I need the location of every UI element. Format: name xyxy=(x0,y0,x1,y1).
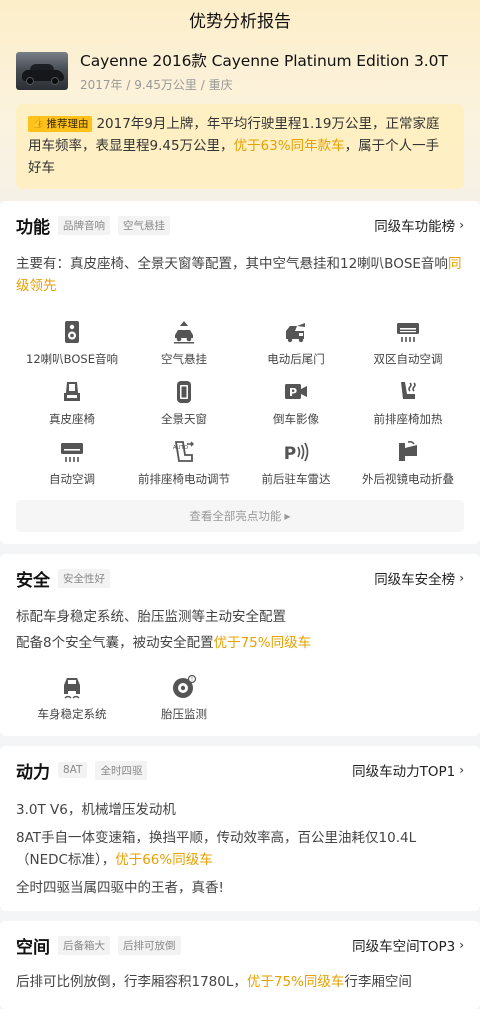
header-section: 优势分析报告 Cayenne 2016款 Cayenne Platinum Ed… xyxy=(0,0,480,201)
auto-ac-icon xyxy=(61,443,83,462)
safety-title: 安全 xyxy=(16,570,50,591)
recommend-tag: 👍 推荐理由 xyxy=(28,116,93,132)
reason-highlight: 优于63%同年款车 xyxy=(233,138,345,154)
space-chip: 后备箱大 xyxy=(58,935,110,955)
thumbs-up-icon: 👍 xyxy=(32,118,45,129)
space-line: 后排可比例放倒，行李厢容积1780L，优于75%同级车行李厢空间 xyxy=(16,974,412,990)
feature-item[interactable]: 双区自动空调 xyxy=(352,319,464,367)
safety-line-2: 配备8个安全气囊，被动安全配置优于75%同级车 xyxy=(16,635,312,651)
svg-text:P: P xyxy=(284,444,296,464)
play-triangle-icon: ▶ xyxy=(284,512,291,521)
power-card: 动力 8AT 全时四驱 同级车动力TOP1 › 3.0T V6，机械增压发动机 8… xyxy=(0,746,480,911)
car-meta: 2017年 / 9.45万公里 / 重庆 xyxy=(80,78,233,92)
view-all-features-button[interactable]: 查看全部亮点功能 ▶ xyxy=(16,500,464,532)
safety-line-1: 标配车身稳定系统、胎压监测等主动安全配置 xyxy=(16,609,286,625)
function-card: 功能 品牌音响 空气悬挂 同级车功能榜 › 主要有：真皮座椅、全景天窗等配置，其中… xyxy=(0,201,480,544)
feature-item[interactable]: 12喇叭BOSE音响 xyxy=(16,319,128,367)
power-line-2: 8AT手自一体变速箱，换挡平顺，传动效率高，百公里油耗仅10.4L（NEDC标准… xyxy=(16,830,417,868)
space-title: 空间 xyxy=(16,937,50,958)
space-chip: 后排可放倒 xyxy=(118,935,181,955)
safety-chip: 安全性好 xyxy=(58,568,110,588)
recommend-reason: 👍 推荐理由 2017年9月上牌，年平均行驶里程1.19万公里，正常家庭用车频率，表… xyxy=(16,104,464,189)
feature-item[interactable]: AUTO 前排座椅电动调节 xyxy=(128,439,240,487)
mirror-fold-icon xyxy=(399,441,417,461)
svg-text:!: ! xyxy=(191,677,193,683)
stability-control-icon xyxy=(64,678,80,699)
car-name: Cayenne 2016款 Cayenne Platinum Edition 3… xyxy=(80,52,448,70)
leather-seat-icon xyxy=(64,382,80,401)
parking-radar-icon: P xyxy=(284,442,309,464)
svg-text:AUTO: AUTO xyxy=(173,445,189,451)
panoramic-sunroof-icon xyxy=(177,381,191,403)
function-rank-link[interactable]: 同级车功能榜 › xyxy=(374,215,464,235)
air-suspension-icon xyxy=(174,321,194,344)
safety-feature-grid: 车身稳定系统 ! 胎压监测 xyxy=(16,674,464,736)
feature-item[interactable]: P 前后驻车雷达 xyxy=(240,439,352,487)
chevron-right-icon: › xyxy=(459,571,464,585)
power-chip: 全时四驱 xyxy=(95,760,148,780)
feature-item[interactable]: 前排座椅加热 xyxy=(352,379,464,427)
power-rank-link[interactable]: 同级车动力TOP1 › xyxy=(352,760,464,780)
safety-card: 安全 安全性好 同级车安全榜 › 标配车身稳定系统、胎压监测等主动安全配置 配备8… xyxy=(0,554,480,736)
chevron-right-icon: › xyxy=(459,218,464,232)
power-chip: 8AT xyxy=(58,762,88,778)
power-tailgate-icon xyxy=(286,323,305,343)
feature-item[interactable]: ! 胎压监测 xyxy=(128,674,240,722)
feature-item[interactable]: 空气悬挂 xyxy=(128,319,240,367)
dual-zone-ac-icon xyxy=(397,323,419,342)
space-rank-link[interactable]: 同级车空间TOP3 › xyxy=(352,935,464,955)
power-line-3: 全时四驱当属四驱中的王者，真香! xyxy=(16,880,224,896)
seat-heating-icon xyxy=(401,382,416,399)
tire-pressure-icon: ! xyxy=(173,674,197,698)
safety-rank-link[interactable]: 同级车安全榜 › xyxy=(374,568,464,588)
feature-item[interactable]: 车身稳定系统 xyxy=(16,674,128,722)
car-summary[interactable]: Cayenne 2016款 Cayenne Platinum Edition 3… xyxy=(0,44,480,92)
function-chip: 空气悬挂 xyxy=(118,215,170,235)
report-page: 优势分析报告 Cayenne 2016款 Cayenne Platinum Ed… xyxy=(0,0,480,1009)
page-title: 优势分析报告 xyxy=(189,12,291,32)
feature-item[interactable]: 外后视镜电动折叠 xyxy=(352,439,464,487)
speaker-icon xyxy=(65,321,79,343)
power-title: 动力 xyxy=(16,762,50,783)
chevron-right-icon: › xyxy=(459,938,464,952)
function-description: 主要有：真皮座椅、全景天窗等配置，其中空气悬挂和12喇叭BOSE音响同级领先 xyxy=(16,256,462,294)
space-card: 空间 后备箱大 后排可放倒 同级车空间TOP3 › 后排可比例放倒，行李厢容积17… xyxy=(0,921,480,1009)
car-thumbnail xyxy=(16,52,68,90)
chevron-right-icon: › xyxy=(459,763,464,777)
power-line-1: 3.0T V6，机械增压发动机 xyxy=(16,802,176,818)
feature-item[interactable]: 真皮座椅 xyxy=(16,379,128,427)
function-feature-grid: 12喇叭BOSE音响 空气悬挂 电动后尾门 双区自动空调 真皮座椅 全景天窗 P… xyxy=(16,319,464,487)
feature-item[interactable]: 自动空调 xyxy=(16,439,128,487)
reverse-camera-icon: P xyxy=(285,384,307,399)
feature-item[interactable]: 电动后尾门 xyxy=(240,319,352,367)
function-title: 功能 xyxy=(16,217,50,238)
feature-item[interactable]: P 倒车影像 xyxy=(240,379,352,427)
function-chip: 品牌音响 xyxy=(58,215,110,235)
power-seat-adjust-icon: AUTO xyxy=(173,441,194,462)
feature-item[interactable]: 全景天窗 xyxy=(128,379,240,427)
svg-text:P: P xyxy=(289,386,297,399)
